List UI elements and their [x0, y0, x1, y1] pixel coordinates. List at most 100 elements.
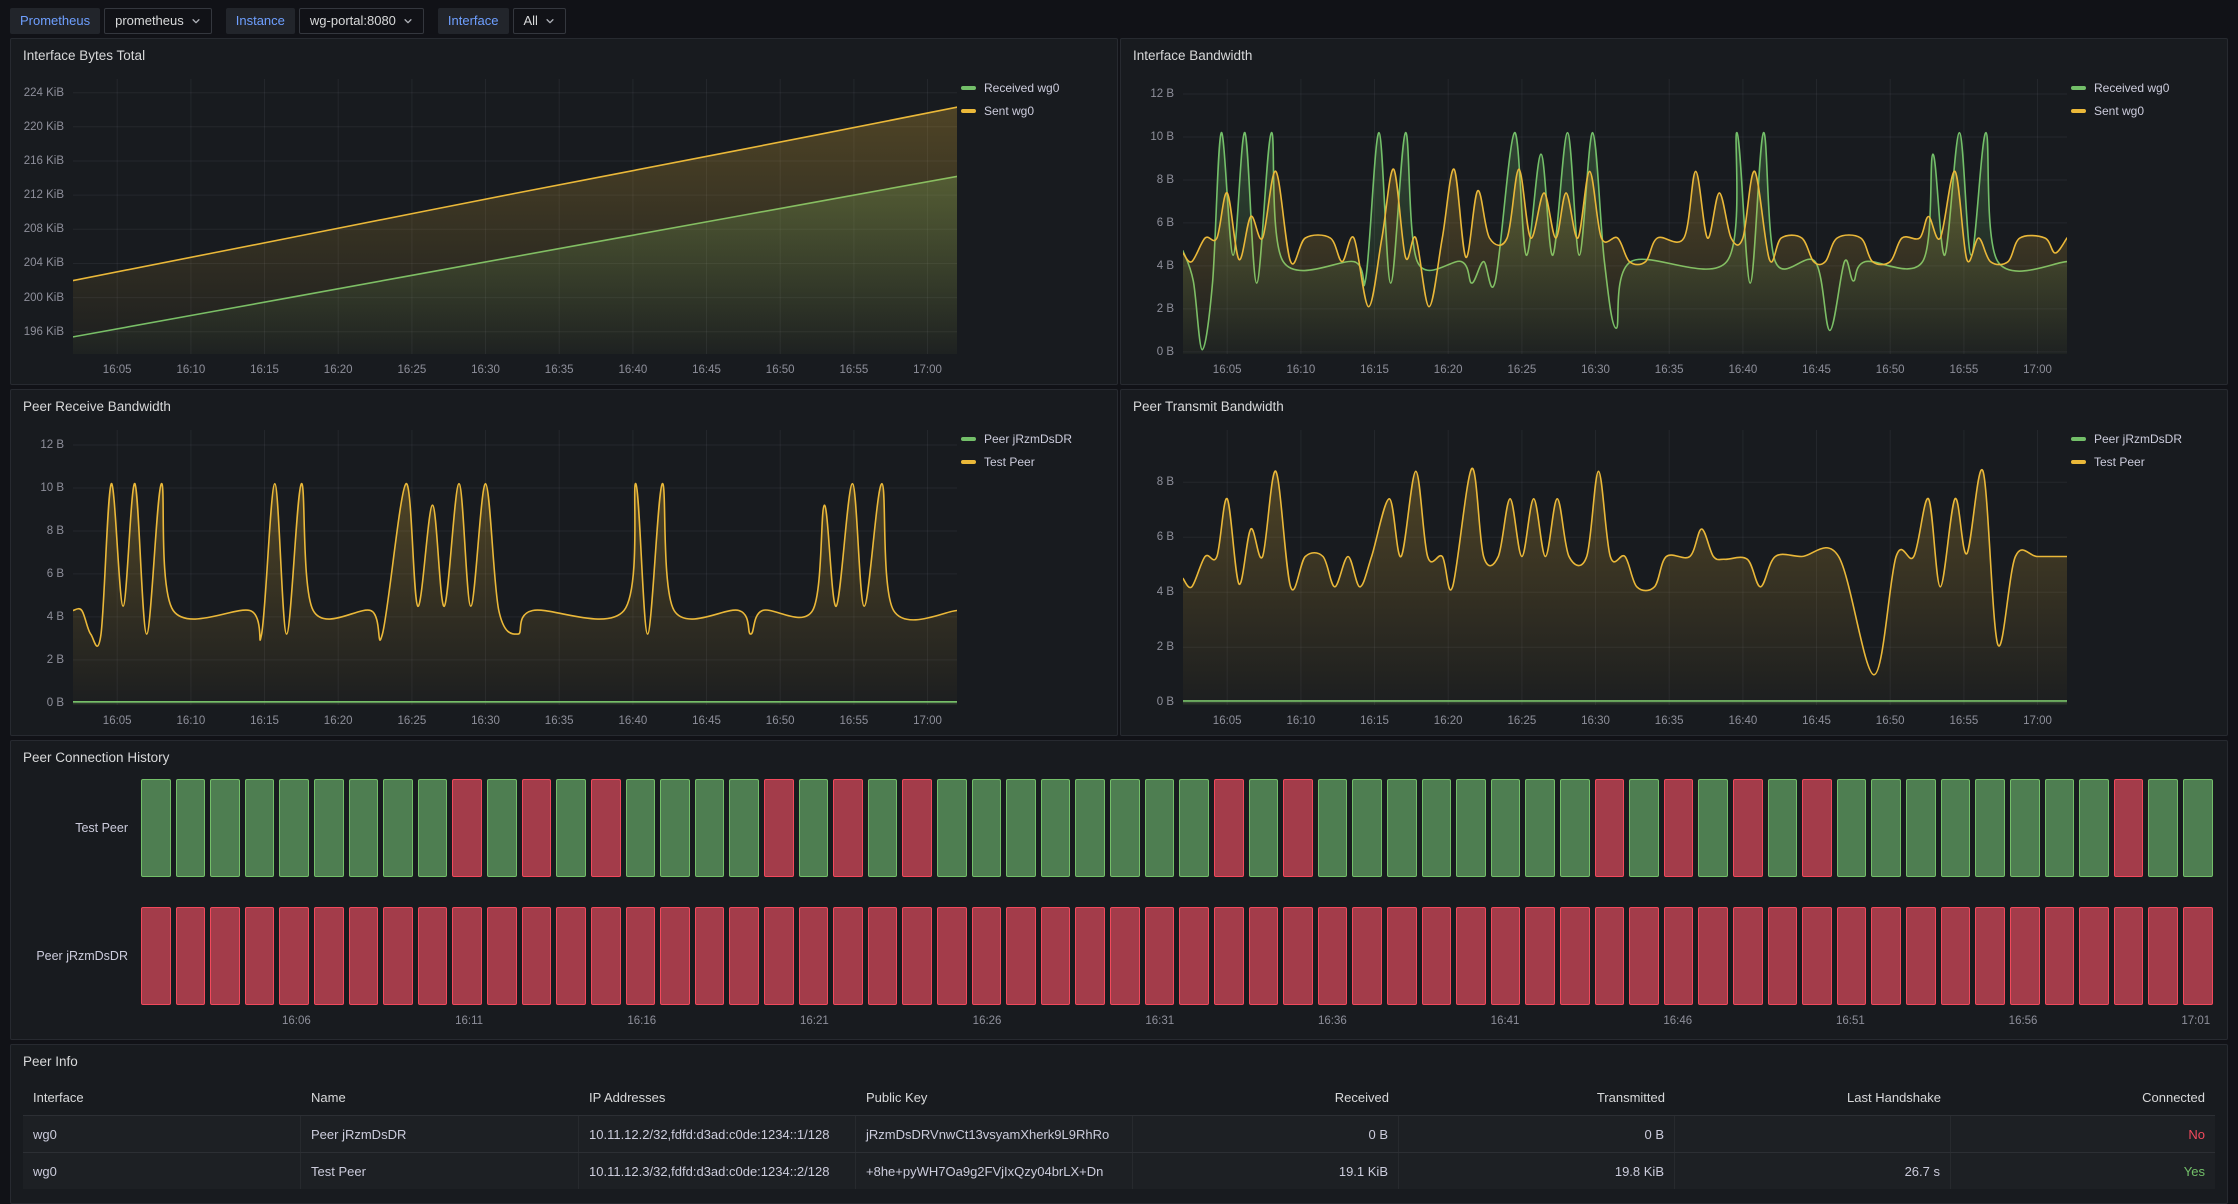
var-select-instance[interactable]: wg-portal:8080	[299, 8, 424, 34]
x-axis-label: 16:40	[1728, 715, 1757, 727]
status-bar-disconnected	[1456, 907, 1486, 1005]
status-bar-disconnected	[1006, 907, 1036, 1005]
legend-item[interactable]: Received wg0	[2071, 81, 2219, 95]
timeseries-plot[interactable]: 196 KiB200 KiB204 KiB208 KiB212 KiB216 K…	[73, 79, 957, 354]
x-axis-label: 16:20	[324, 715, 353, 727]
connected-status-value: No	[1951, 1116, 2215, 1152]
legend: Peer jRzmDsDR Test Peer	[2071, 432, 2219, 478]
status-bar-disconnected	[1525, 907, 1555, 1005]
status-bar-connected	[349, 779, 379, 877]
status-bar-connected	[2183, 779, 2213, 877]
status-bar-disconnected	[1387, 907, 1417, 1005]
legend-item[interactable]: Test Peer	[961, 455, 1109, 469]
legend-item[interactable]: Test Peer	[2071, 455, 2219, 469]
status-bar-connected	[1422, 779, 1452, 877]
panel-interface-bandwidth: Interface Bandwidth 0 B2 B4 B6 B8 B10 B1…	[1120, 38, 2228, 385]
legend-item[interactable]: Received wg0	[961, 81, 1109, 95]
x-axis-label: 16:21	[800, 1015, 829, 1027]
status-bar-connected	[660, 779, 690, 877]
status-bar-disconnected	[1249, 907, 1279, 1005]
y-axis-label: 220 KiB	[24, 121, 64, 133]
var-select-instance-value: wg-portal:8080	[310, 13, 396, 28]
x-axis-label: 16:30	[471, 715, 500, 727]
x-axis-label: 16:11	[455, 1015, 483, 1027]
panel-interface-bytes-total: Interface Bytes Total 196 KiB200 KiB204 …	[10, 38, 1118, 385]
status-bar-connected	[1249, 779, 1279, 877]
legend-item[interactable]: Peer jRzmDsDR	[961, 432, 1109, 446]
column-header[interactable]: Public Key	[856, 1079, 1133, 1115]
x-axis-label: 16:05	[1213, 715, 1242, 727]
status-bars	[141, 779, 2213, 877]
panel-title[interactable]: Peer Transmit Bandwidth	[1121, 390, 2227, 418]
y-axis-label: 8 B	[1157, 174, 1174, 186]
y-axis-label: 2 B	[1157, 641, 1174, 653]
status-bar-connected	[1698, 779, 1728, 877]
panel-title[interactable]: Peer Receive Bandwidth	[11, 390, 1117, 418]
status-history-plot[interactable]: Test PeerPeer jRzmDsDR16:0616:1116:1616:…	[11, 771, 2213, 1039]
status-bar-disconnected	[1560, 907, 1590, 1005]
status-bar-connected	[2079, 779, 2109, 877]
status-bar-connected	[1041, 779, 1071, 877]
var-group-interface: Interface All	[438, 8, 566, 34]
column-header[interactable]: Transmitted	[1399, 1079, 1675, 1115]
legend-item[interactable]: Sent wg0	[2071, 104, 2219, 118]
x-axis-label: 17:00	[913, 364, 942, 376]
timeseries-plot[interactable]: 0 B2 B4 B6 B8 B10 B12 B16:0516:1016:1516…	[73, 430, 957, 705]
status-bar-disconnected	[556, 907, 586, 1005]
status-bar-disconnected	[1283, 779, 1313, 877]
status-bar-disconnected	[972, 907, 1002, 1005]
x-axis-label: 16:15	[1360, 364, 1389, 376]
timeseries-plot[interactable]: 0 B2 B4 B6 B8 B16:0516:1016:1516:2016:25…	[1183, 430, 2067, 705]
table-header-row: InterfaceNameIP AddressesPublic KeyRecei…	[23, 1079, 2215, 1115]
var-select-interface[interactable]: All	[513, 8, 566, 34]
x-axis-label: 16:50	[766, 715, 795, 727]
status-bar-disconnected	[383, 907, 413, 1005]
connected-status-value: Yes	[1951, 1153, 2215, 1189]
panel-peer-receive-bandwidth: Peer Receive Bandwidth 0 B2 B4 B6 B8 B10…	[10, 389, 1118, 736]
column-header[interactable]: Connected	[1951, 1079, 2215, 1115]
column-header[interactable]: Name	[301, 1079, 579, 1115]
status-bar-connected	[1352, 779, 1382, 877]
legend: Peer jRzmDsDR Test Peer	[961, 432, 1109, 478]
timeseries-plot[interactable]: 0 B2 B4 B6 B8 B10 B12 B16:0516:1016:1516…	[1183, 79, 2067, 354]
column-header[interactable]: IP Addresses	[579, 1079, 856, 1115]
y-axis-label: 2 B	[47, 654, 64, 666]
x-axis-label: 16:31	[1145, 1015, 1174, 1027]
y-axis-label: 6 B	[1157, 531, 1174, 543]
status-bar-connected	[1387, 779, 1417, 877]
status-bar-disconnected	[522, 907, 552, 1005]
y-axis-label: 2 B	[1157, 303, 1174, 315]
x-axis-label: 16:25	[397, 715, 426, 727]
status-bar-disconnected	[591, 779, 621, 877]
chevron-down-icon	[545, 16, 555, 26]
legend: Received wg0 Sent wg0	[961, 81, 1109, 127]
column-header[interactable]: Received	[1133, 1079, 1399, 1115]
status-bar-disconnected	[902, 779, 932, 877]
var-select-prometheus[interactable]: prometheus	[104, 8, 212, 34]
status-bar-connected	[1110, 779, 1140, 877]
status-bar-connected	[1768, 779, 1798, 877]
status-bar-disconnected	[1214, 907, 1244, 1005]
x-axis-label: 16:05	[1213, 364, 1242, 376]
x-axis-label: 16:05	[103, 715, 132, 727]
y-axis-label: 4 B	[1157, 260, 1174, 272]
table-cell: 19.8 KiB	[1399, 1153, 1675, 1189]
status-bar-disconnected	[1318, 907, 1348, 1005]
panel-title[interactable]: Peer Info	[11, 1045, 2227, 1073]
panel-title[interactable]: Interface Bandwidth	[1121, 39, 2227, 67]
x-axis-label: 16:55	[839, 364, 868, 376]
legend-item[interactable]: Sent wg0	[961, 104, 1109, 118]
legend-item[interactable]: Peer jRzmDsDR	[2071, 432, 2219, 446]
status-bar-disconnected	[833, 907, 863, 1005]
column-header[interactable]: Last Handshake	[1675, 1079, 1951, 1115]
y-axis-label: 0 B	[1157, 346, 1174, 358]
column-header[interactable]: Interface	[23, 1079, 301, 1115]
panel-title[interactable]: Peer Connection History	[11, 741, 2227, 769]
status-bar-connected	[868, 779, 898, 877]
status-bar-disconnected	[626, 907, 656, 1005]
panel-title[interactable]: Interface Bytes Total	[11, 39, 1117, 67]
x-axis-label: 16:45	[1802, 364, 1831, 376]
y-axis-label: 0 B	[47, 697, 64, 709]
status-bar-connected	[1837, 779, 1867, 877]
x-axis-label: 17:00	[913, 715, 942, 727]
